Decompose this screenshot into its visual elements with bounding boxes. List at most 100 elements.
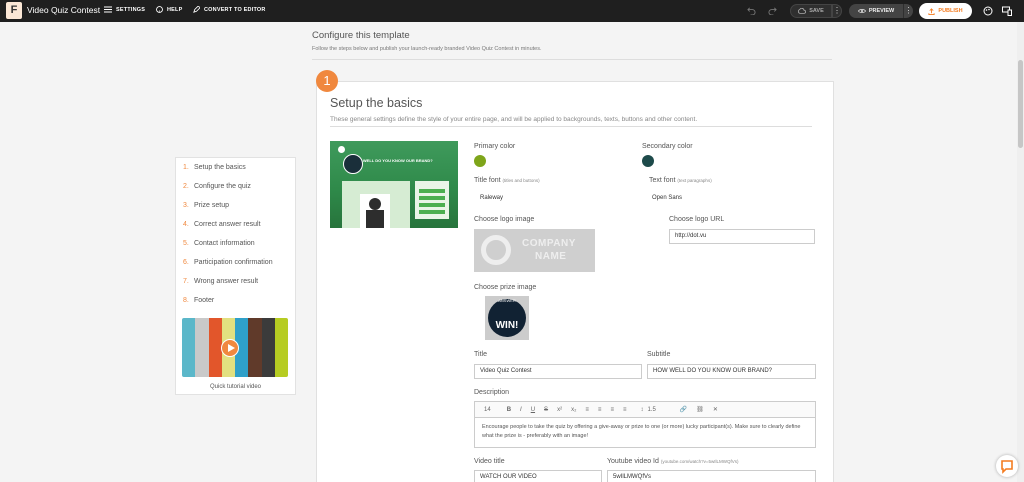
step-number: 7. — [183, 278, 189, 285]
prize-image-picker[interactable]: ANSWER WIN! — [485, 296, 529, 340]
redo-icon[interactable] — [768, 6, 777, 15]
help-button[interactable]: HELP — [156, 6, 182, 13]
link-icon[interactable]: 🔗 — [680, 406, 687, 413]
youtube-id-hint: (youtube.com/watch?v=5wIlLMWQfVs) — [660, 459, 739, 464]
description-text[interactable]: Encourage people to take the quiz by off… — [475, 418, 815, 446]
prize-image-label: Choose prize image — [474, 284, 537, 291]
title-font-label-text: Title font — [474, 177, 501, 184]
primary-color-swatch[interactable] — [474, 155, 486, 167]
scrollbar-thumb[interactable] — [1018, 60, 1023, 148]
step-link-correct-answer[interactable]: 4. Correct answer result — [183, 221, 261, 228]
video-title-label: Video title — [474, 458, 505, 465]
save-options-button[interactable]: ⋮ — [832, 4, 842, 18]
step-label: Setup the basics — [194, 164, 246, 171]
align-center-icon[interactable]: ≡ — [598, 407, 602, 413]
top-bar: F Video Quiz Contest SETTINGS HELP CONVE… — [0, 0, 1024, 22]
align-left-icon[interactable]: ≡ — [585, 407, 589, 413]
description-rich-text-editor: 14 B I U S x² x₂ ≡ ≡ ≡ ≡ ↕ 1.5 🔗 ⛓ ✕ Enc… — [474, 401, 816, 448]
strikethrough-button[interactable]: S — [544, 407, 548, 413]
convert-to-editor-button[interactable]: CONVERT TO EDITOR — [193, 6, 266, 13]
logo-image-picker[interactable]: COMPANY NAME — [474, 229, 595, 272]
subscript-button[interactable]: x₂ — [571, 407, 576, 413]
palette-icon[interactable] — [983, 6, 993, 16]
bold-button[interactable]: B — [507, 407, 511, 413]
unlink-icon[interactable]: ⛓ — [696, 406, 704, 413]
line-height-icon[interactable]: ↕ — [640, 407, 643, 413]
settings-icon — [104, 6, 112, 13]
text-font-label: Text font (text paragraphs) — [649, 177, 712, 184]
step-link-prize-setup[interactable]: 3. Prize setup — [183, 202, 229, 209]
title-label: Title — [474, 351, 487, 358]
tutorial-video-label: Quick tutorial video — [209, 384, 262, 390]
text-font-hint: (text paragraphs) — [677, 178, 712, 183]
undo-icon[interactable] — [747, 6, 756, 15]
align-justify-icon[interactable]: ≡ — [623, 407, 627, 413]
video-title-input[interactable]: WATCH OUR VIDEO — [474, 470, 602, 482]
eye-icon — [857, 9, 866, 13]
title-font-select[interactable]: Raleway — [480, 195, 503, 201]
publish-label: PUBLISH — [938, 8, 963, 14]
prize-win-text: WIN! — [495, 320, 519, 331]
preview-person-body — [366, 210, 384, 228]
youtube-id-label-text: Youtube video Id — [607, 458, 659, 465]
help-label: HELP — [167, 6, 183, 13]
step-number: 2. — [183, 183, 189, 190]
step-link-configure-quiz[interactable]: 2. Configure the quiz — [183, 183, 251, 190]
settings-label: SETTINGS — [116, 6, 146, 13]
text-font-label-text: Text font — [649, 177, 676, 184]
step-number: 3. — [183, 202, 189, 209]
title-input[interactable]: Video Quiz Contest — [474, 364, 642, 379]
step-link-participation-confirmation[interactable]: 6. Participation confirmation — [183, 259, 273, 266]
preview-logo — [338, 146, 345, 153]
description-label: Description — [474, 389, 510, 396]
step-number: 5. — [183, 240, 189, 247]
prize-badge — [488, 299, 526, 337]
step-label: Configure the quiz — [194, 183, 251, 190]
preview-prize-badge — [343, 154, 363, 174]
step-number: 8. — [183, 297, 189, 304]
step-link-wrong-answer[interactable]: 7. Wrong answer result — [183, 278, 258, 285]
logo-placeholder-text: NAME — [535, 251, 567, 262]
secondary-color-swatch[interactable] — [642, 155, 654, 167]
align-right-icon[interactable]: ≡ — [610, 407, 614, 413]
page-subtitle: Follow the steps below and publish your … — [312, 46, 542, 52]
settings-button[interactable]: SETTINGS — [104, 6, 145, 13]
youtube-id-label: Youtube video Id (youtube.com/watch?v=5w… — [607, 458, 739, 465]
save-label: SAVE — [809, 8, 824, 14]
underline-button[interactable]: U — [531, 407, 535, 413]
logo-url-input[interactable]: http://dot.vu — [669, 229, 815, 244]
step-link-footer[interactable]: 8. Footer — [183, 297, 214, 304]
step-link-setup-basics[interactable]: 1. Setup the basics — [183, 164, 246, 171]
save-button[interactable]: SAVE — [790, 4, 832, 18]
app-logo[interactable]: F — [6, 2, 22, 19]
convert-label: CONVERT TO EDITOR — [204, 6, 266, 13]
prize-answer-text: ANSWER — [498, 298, 516, 303]
font-size-select[interactable]: 14 — [484, 407, 491, 413]
publish-button[interactable]: PUBLISH — [919, 3, 972, 19]
step-number-badge: 1 — [316, 70, 338, 92]
device-preview-icon[interactable] — [1002, 6, 1012, 16]
clear-format-icon[interactable]: ✕ — [713, 406, 718, 413]
preview-options-button[interactable]: ⋮ — [903, 4, 913, 18]
section-title: Setup the basics — [330, 96, 423, 110]
text-font-select[interactable]: Open Sans — [652, 195, 682, 201]
play-icon[interactable] — [221, 339, 239, 357]
superscript-button[interactable]: x² — [557, 407, 562, 413]
divider — [330, 126, 812, 127]
chat-button[interactable] — [996, 455, 1018, 477]
logo-image-label: Choose logo image — [474, 216, 535, 223]
step-label: Contact information — [194, 240, 255, 247]
subtitle-input[interactable]: HOW WELL DO YOU KNOW OUR BRAND? — [647, 364, 816, 379]
subtitle-label: Subtitle — [647, 351, 671, 358]
italic-button[interactable]: I — [520, 407, 522, 413]
step-link-contact-information[interactable]: 5. Contact information — [183, 240, 255, 247]
editor-toolbar: 14 B I U S x² x₂ ≡ ≡ ≡ ≡ ↕ 1.5 🔗 ⛓ ✕ — [475, 402, 815, 418]
preview-button[interactable]: PREVIEW — [849, 4, 903, 18]
chat-icon — [1001, 460, 1013, 474]
title-font-hint: (titles and buttons) — [502, 178, 540, 183]
line-height-select[interactable]: 1.5 — [647, 407, 655, 413]
secondary-color-label: Secondary color — [642, 143, 693, 150]
page-title: Configure this template — [312, 30, 410, 41]
youtube-id-input[interactable]: 5wIlLMWQfVs — [607, 470, 816, 482]
upload-icon — [928, 7, 935, 15]
